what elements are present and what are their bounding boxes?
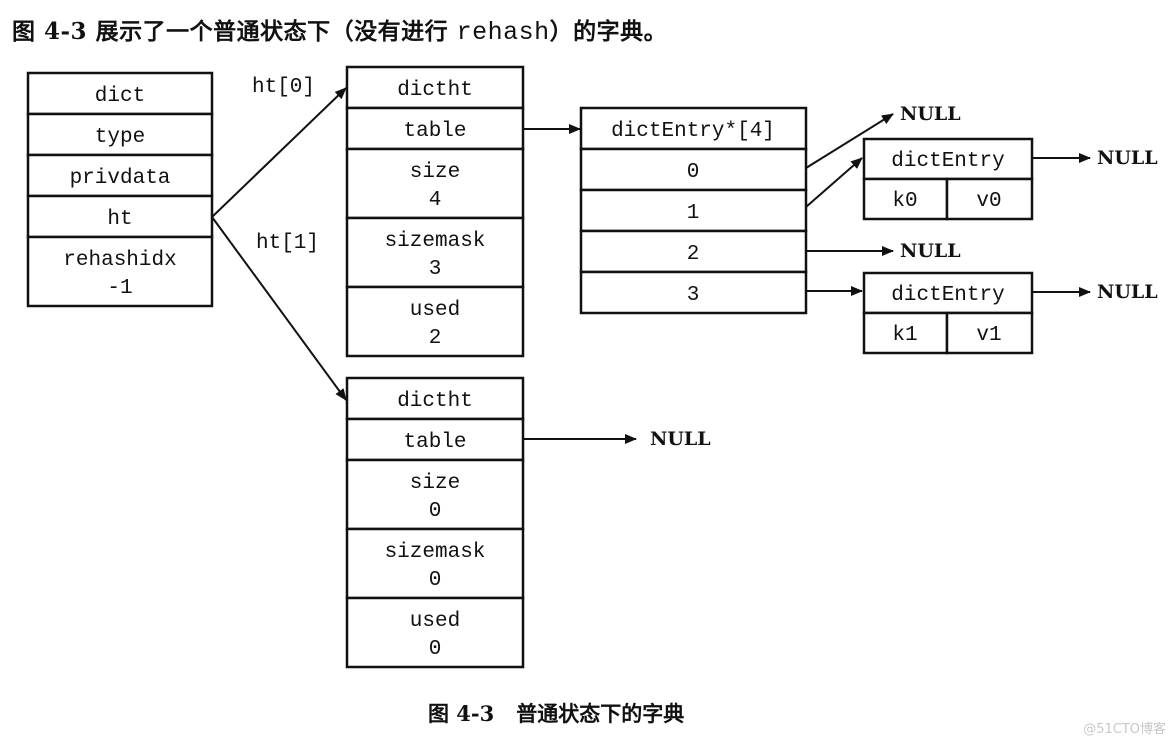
- ht1-table-null: NULL: [650, 428, 711, 450]
- dict-struct: dict type privdata ht rehashidx -1: [26, 71, 214, 308]
- ht0-size-value: 4: [429, 189, 442, 212]
- entry-0-value: v0: [976, 190, 1001, 213]
- bucket-0: 0: [687, 161, 700, 184]
- ht1-dictht: dictht table size 0 sizemask 0 used 0: [345, 376, 525, 669]
- dict-privdata-field: privdata: [70, 167, 171, 190]
- bucket-array-title: dictEntry*[4]: [611, 120, 775, 143]
- dict-diagram: dict type privdata ht rehashidx -1 ht[0]…: [26, 65, 1158, 669]
- bucket-2: 2: [687, 243, 700, 266]
- ht1-used-value: 0: [429, 638, 442, 661]
- ht1-label: ht[1]: [256, 232, 319, 255]
- ht0-size-name: size: [410, 161, 460, 184]
- ht0-sizemask-value: 3: [429, 258, 442, 281]
- entry-1-key: k1: [892, 324, 917, 347]
- ht1-size-name: size: [410, 472, 460, 495]
- bucket-3: 3: [687, 284, 700, 307]
- dict-rehashidx-name: rehashidx: [63, 249, 176, 272]
- dict-type-field: type: [95, 126, 145, 149]
- ht1-table-field: table: [403, 431, 466, 454]
- dict-ht-field: ht: [107, 208, 132, 231]
- caption-text: 普通状态下的字典: [516, 701, 685, 726]
- ht1-size-value: 0: [429, 500, 442, 523]
- dict-entry-1: dictEntry k1 v1: [862, 271, 1034, 355]
- bucket-2-null: NULL: [900, 240, 961, 262]
- ht0-sizemask-name: sizemask: [385, 230, 486, 253]
- ht0-used-name: used: [410, 299, 460, 322]
- entry-0-title: dictEntry: [891, 150, 1004, 173]
- ht0-table-field: table: [403, 120, 466, 143]
- ht1-title: dictht: [397, 390, 473, 413]
- dict-title: dict: [95, 85, 145, 108]
- ht0-arrow: [211, 87, 347, 218]
- entry-1-next-null: NULL: [1097, 281, 1158, 303]
- bucket-1: 1: [687, 202, 700, 225]
- bucket-array: dictEntry*[4] 0 1 2 3: [579, 106, 808, 315]
- bucket-0-null: NULL: [900, 103, 961, 125]
- ht0-title: dictht: [397, 79, 473, 102]
- dict-rehashidx-value: -1: [107, 277, 132, 300]
- ht1-used-name: used: [410, 610, 460, 633]
- bucket-1-arrow: [805, 157, 863, 208]
- ht1-sizemask-value: 0: [429, 569, 442, 592]
- ht1-sizemask-name: sizemask: [385, 541, 486, 564]
- ht0-dictht: dictht table size 4 sizemask 3 used 2: [345, 65, 525, 358]
- dict-entry-0: dictEntry k0 v0: [862, 137, 1034, 221]
- ht0-label: ht[0]: [252, 76, 315, 99]
- caption-number: 图 4-3: [428, 701, 495, 726]
- entry-1-title: dictEntry: [891, 284, 1004, 307]
- entry-0-next-null: NULL: [1097, 147, 1158, 169]
- figure-caption: 图 4-3 普通状态下的字典: [428, 698, 684, 728]
- watermark: @51CTO博客: [1083, 722, 1166, 737]
- entry-0-key: k0: [892, 190, 917, 213]
- ht0-used-value: 2: [429, 327, 442, 350]
- entry-1-value: v1: [976, 324, 1001, 347]
